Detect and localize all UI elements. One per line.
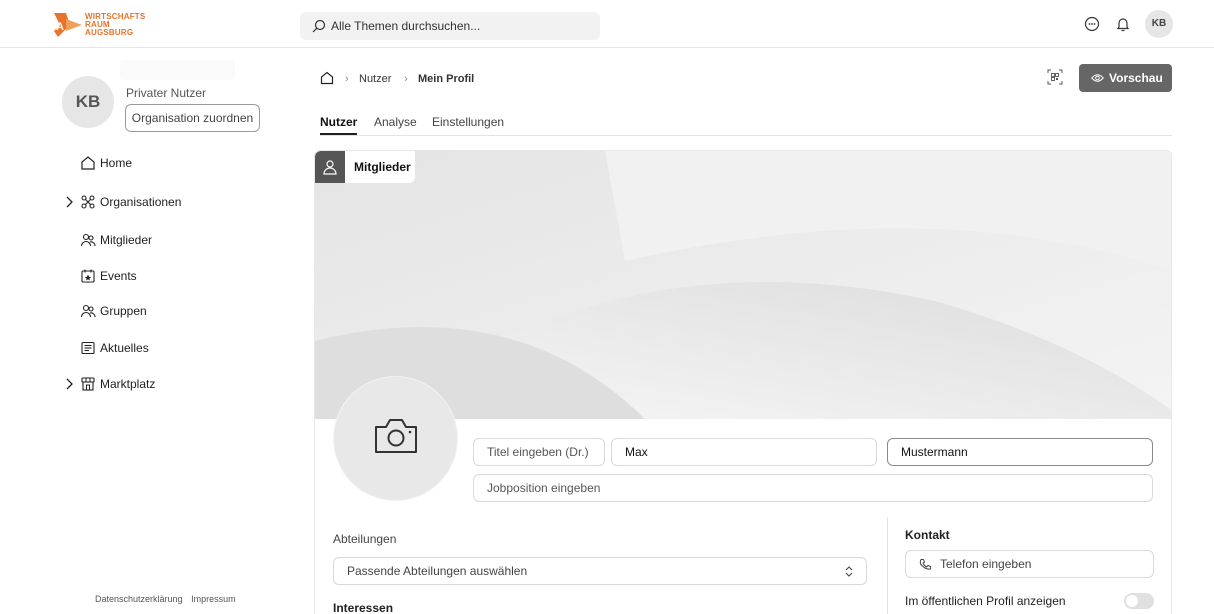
profile-photo-upload[interactable] — [333, 376, 458, 501]
banner-artwork — [315, 151, 1171, 419]
first-name-input[interactable]: Max — [611, 438, 877, 466]
camera-icon — [375, 419, 417, 453]
breadcrumb-nutzer[interactable]: Nutzer — [359, 70, 391, 88]
departments-select[interactable]: Passende Abteilungen auswählen — [333, 557, 867, 585]
search-placeholder: Alle Themen durchsuchen... — [331, 19, 481, 33]
banner-chip: Mitglieder — [315, 151, 415, 183]
member-chip-icon-bg — [315, 151, 345, 183]
column-divider — [887, 517, 888, 614]
user-icon — [323, 160, 337, 175]
chevron-right-icon[interactable] — [64, 377, 74, 391]
eye-icon — [1091, 74, 1104, 82]
bell-icon[interactable] — [1113, 14, 1133, 34]
news-icon — [81, 341, 95, 355]
profile-avatar: KB — [62, 76, 114, 128]
tab-einstellungen[interactable]: Einstellungen — [432, 115, 504, 129]
organisation-icon — [81, 195, 95, 209]
active-tab-indicator — [320, 133, 357, 135]
logo-text: WIRTSCHAFTS RAUM AUGSBURG — [85, 12, 146, 37]
sidebar-item-label: Aktuelles — [100, 341, 149, 355]
imprint-link[interactable]: Impressum — [191, 594, 236, 604]
events-icon — [81, 269, 95, 283]
assign-organisation-button[interactable]: Organisation zuordnen — [125, 104, 260, 132]
search-icon — [312, 19, 326, 33]
preview-button[interactable]: Vorschau — [1079, 64, 1172, 92]
groups-icon — [80, 304, 96, 318]
sidebar-item-label: Organisationen — [100, 195, 182, 209]
chat-icon[interactable] — [1082, 14, 1102, 34]
contact-label: Kontakt — [905, 528, 950, 542]
departments-placeholder: Passende Abteilungen auswählen — [347, 564, 528, 578]
sidebar-item-label: Events — [100, 269, 137, 283]
footer-links: Datenschutzerklärung Impressum — [95, 594, 242, 604]
public-profile-toggle[interactable] — [1124, 593, 1154, 609]
breadcrumb-separator-icon: › — [404, 73, 408, 85]
brand-logo[interactable]: A WIRTSCHAFTS RAUM AUGSBURG — [52, 9, 152, 41]
search-input[interactable]: Alle Themen durchsuchen... — [300, 12, 600, 40]
chevron-up-down-icon — [845, 566, 853, 577]
sidebar-item-label: Gruppen — [100, 304, 147, 318]
qr-code-icon[interactable] — [1047, 69, 1063, 85]
logo-mark-icon: A — [54, 13, 82, 37]
interests-label: Interessen — [333, 601, 394, 614]
profile-card: Mitglieder Titel eingeben (Dr.) Max Must… — [314, 150, 1172, 614]
departments-label: Abteilungen — [333, 532, 397, 546]
preview-label: Vorschau — [1109, 71, 1163, 85]
public-profile-label: Im öffentlichen Profil anzeigen — [905, 594, 1066, 608]
tab-analyse[interactable]: Analyse — [374, 115, 417, 129]
breadcrumb-home-icon[interactable] — [320, 71, 334, 85]
chevron-right-icon[interactable] — [64, 195, 74, 209]
user-avatar[interactable]: KB — [1145, 10, 1173, 38]
marketplace-icon — [81, 377, 95, 391]
sidebar-item-label: Home — [100, 156, 133, 170]
top-bar: A WIRTSCHAFTS RAUM AUGSBURG Alle Themen … — [0, 0, 1214, 48]
cover-banner[interactable]: Mitglieder — [315, 151, 1171, 419]
svg-text:A: A — [56, 21, 64, 33]
sidebar-item-label: Mitglieder — [100, 233, 153, 247]
phone-input[interactable]: Telefon eingeben — [905, 550, 1154, 578]
banner-chip-label: Mitglieder — [354, 160, 411, 174]
user-role: Privater Nutzer — [126, 86, 207, 100]
toggle-knob — [1126, 595, 1138, 607]
sidebar-item-label: Marktplatz — [100, 377, 156, 391]
phone-placeholder: Telefon eingeben — [940, 557, 1032, 571]
members-icon — [80, 233, 96, 247]
phone-icon — [919, 559, 931, 570]
home-icon — [81, 156, 95, 170]
tab-nutzer[interactable]: Nutzer — [320, 115, 357, 129]
privacy-link[interactable]: Datenschutzerklärung — [95, 594, 183, 604]
title-input[interactable]: Titel eingeben (Dr.) — [473, 438, 605, 466]
user-name-redacted — [120, 60, 235, 80]
job-position-input[interactable]: Jobposition eingeben — [473, 474, 1153, 502]
profile-tabs: Nutzer Analyse Einstellungen — [320, 111, 1172, 136]
last-name-input[interactable]: Mustermann — [887, 438, 1153, 466]
breadcrumb-separator-icon: › — [345, 73, 349, 85]
breadcrumb-current: Mein Profil — [418, 73, 475, 85]
